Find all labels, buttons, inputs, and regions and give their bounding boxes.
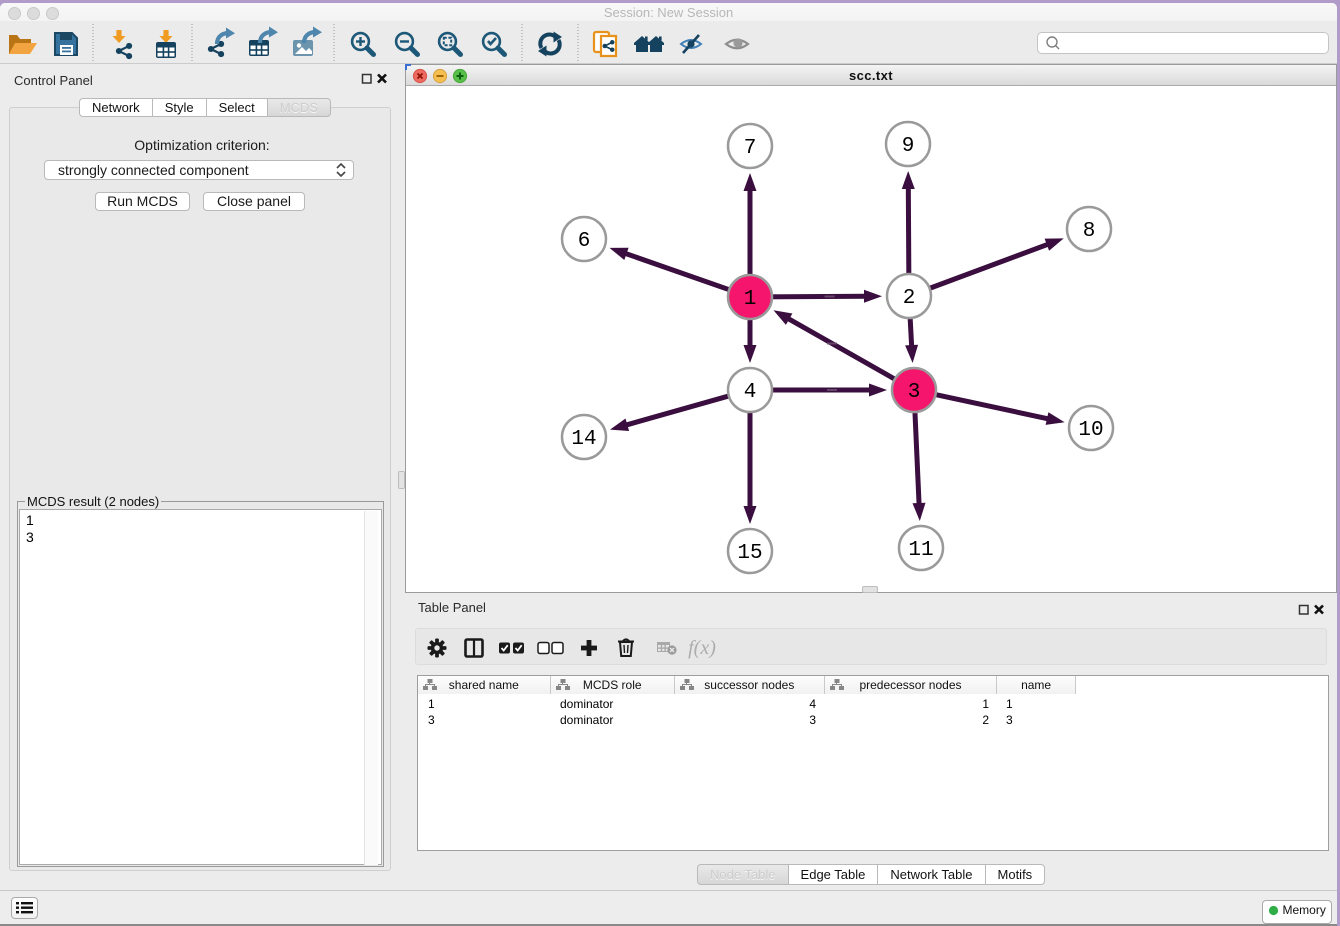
svg-text:15: 15 <box>737 542 762 565</box>
svg-text:2: 2 <box>903 287 916 310</box>
svg-text:11: 11 <box>908 539 933 562</box>
svg-text:7: 7 <box>744 137 757 160</box>
svg-text:1: 1 <box>744 288 757 311</box>
svg-text:4: 4 <box>744 381 757 404</box>
svg-text:f(x): f(x) <box>688 637 716 659</box>
svg-text:9: 9 <box>902 135 915 158</box>
svg-text:10: 10 <box>1078 419 1103 442</box>
svg-text:3: 3 <box>908 381 921 404</box>
svg-text:6: 6 <box>578 230 591 253</box>
svg-text:14: 14 <box>571 428 596 451</box>
svg-text:8: 8 <box>1083 220 1096 243</box>
